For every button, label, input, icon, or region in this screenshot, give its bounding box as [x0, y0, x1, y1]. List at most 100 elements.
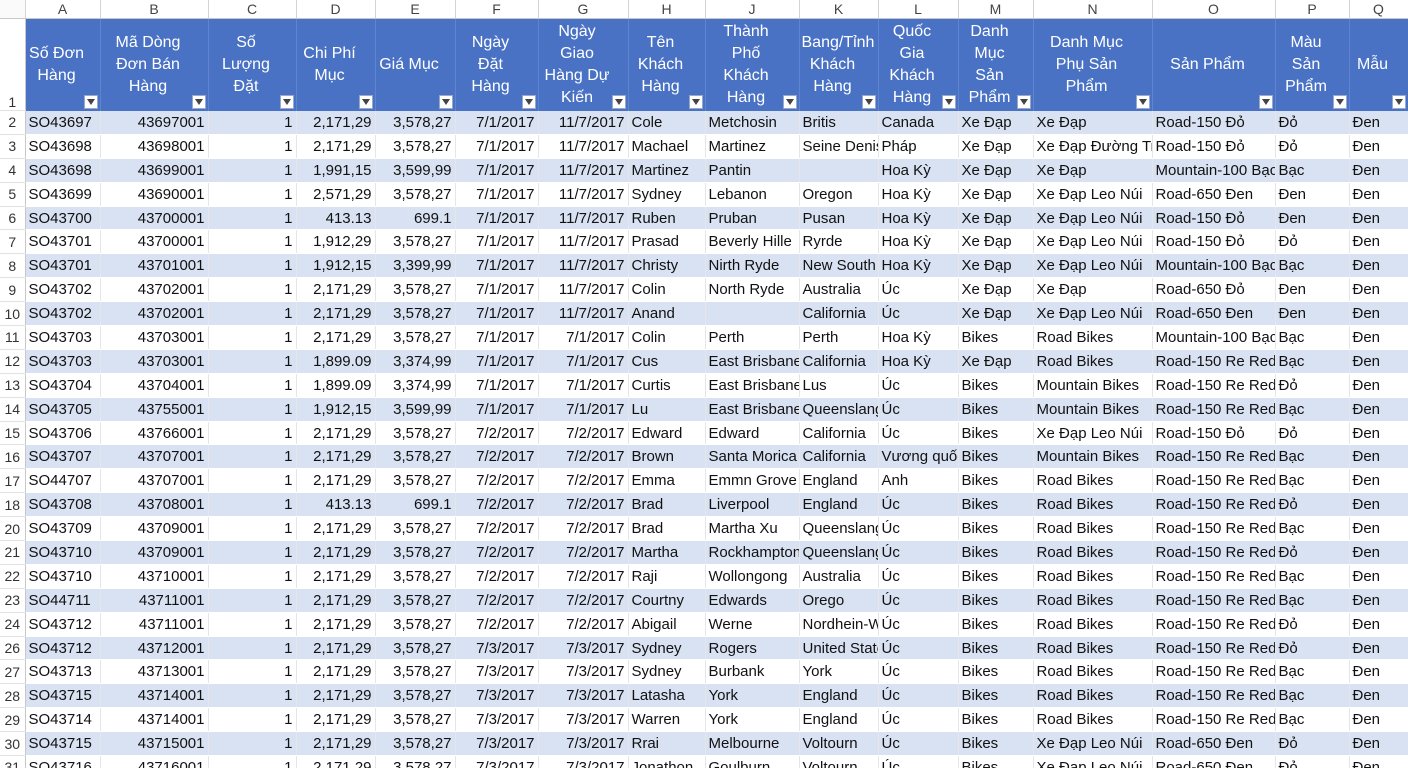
row-number[interactable]: 31 [0, 755, 26, 768]
table-cell[interactable]: 3,578,27 [375, 731, 456, 757]
table-cell[interactable]: Pháp [878, 134, 959, 159]
table-cell[interactable]: 1 [208, 636, 297, 661]
table-cell[interactable]: Road Bikes [1033, 564, 1153, 589]
table-cell[interactable]: Đen [1349, 707, 1408, 733]
table-cell[interactable]: Vương quốc [878, 444, 959, 470]
table-cell[interactable]: 1 [208, 397, 297, 422]
row-number[interactable]: 9 [0, 277, 26, 303]
header-cell[interactable]: Mã Dòng Đơn Bán Hàng [100, 18, 209, 111]
table-cell[interactable]: 7/3/2017 [455, 636, 539, 661]
table-cell[interactable]: SO44707 [25, 468, 101, 494]
table-cell[interactable]: Road-150 Re Red [1152, 540, 1276, 565]
table-cell[interactable]: Hoa Kỳ [878, 182, 959, 207]
table-cell[interactable]: Road-150 Đỏ [1152, 110, 1276, 135]
table-cell[interactable]: Road-150 Re Red [1152, 612, 1276, 637]
select-all-corner[interactable] [0, 0, 26, 19]
table-cell[interactable]: 7/2/2017 [455, 444, 539, 470]
table-cell[interactable]: 7/1/2017 [455, 373, 539, 398]
table-cell[interactable]: Đen [1349, 755, 1408, 768]
table-cell[interactable]: 7/2/2017 [538, 516, 629, 542]
table-cell[interactable]: Mountain-100 Bạc [1152, 325, 1276, 350]
table-cell[interactable]: Xe Đạp [958, 301, 1034, 327]
table-cell[interactable]: Hoa Kỳ [878, 253, 959, 279]
table-cell[interactable]: Raji [628, 564, 706, 589]
table-cell[interactable]: 3,578,27 [375, 659, 456, 685]
header-cell[interactable]: Màu Sản Phẩm [1275, 18, 1350, 111]
table-cell[interactable]: Australia [799, 564, 879, 589]
row-number[interactable]: 12 [0, 349, 26, 374]
table-cell[interactable]: Hoa Kỳ [878, 158, 959, 183]
header-cell[interactable]: Số Đơn Hàng [25, 18, 101, 111]
table-cell[interactable]: 1 [208, 253, 297, 279]
table-cell[interactable]: Bikes [958, 612, 1034, 637]
table-cell[interactable]: 3,578,27 [375, 516, 456, 542]
table-cell[interactable]: Úc [878, 516, 959, 542]
table-cell[interactable]: Úc [878, 540, 959, 565]
table-cell[interactable]: 7/3/2017 [538, 636, 629, 661]
table-cell[interactable]: 7/2/2017 [455, 516, 539, 542]
table-cell[interactable]: California [799, 301, 879, 327]
table-cell[interactable]: 1,912,15 [296, 397, 376, 422]
table-cell[interactable]: Xe Đạp [1033, 277, 1153, 303]
row-number[interactable]: 26 [0, 636, 26, 661]
table-cell[interactable]: Bạc [1275, 516, 1350, 542]
table-cell[interactable]: Bikes [958, 492, 1034, 518]
table-cell[interactable] [799, 158, 879, 183]
table-cell[interactable]: Australia [799, 277, 879, 303]
table-cell[interactable]: 7/3/2017 [455, 755, 539, 768]
table-cell[interactable]: Đen [1275, 277, 1350, 303]
table-cell[interactable]: California [799, 349, 879, 374]
table-cell[interactable]: 3,578,27 [375, 468, 456, 494]
table-cell[interactable]: Metchosin [705, 110, 800, 135]
table-cell[interactable]: 7/1/2017 [455, 253, 539, 279]
table-cell[interactable]: 1 [208, 444, 297, 470]
row-number[interactable]: 21 [0, 540, 26, 565]
table-cell[interactable]: Road-150 Re Red [1152, 707, 1276, 733]
table-cell[interactable]: Úc [878, 636, 959, 661]
filter-dropdown-icon[interactable] [83, 94, 98, 109]
table-cell[interactable]: Đen [1349, 301, 1408, 327]
table-cell[interactable]: Road-150 Re Red [1152, 564, 1276, 589]
table-cell[interactable]: Bạc [1275, 158, 1350, 183]
table-cell[interactable]: Pantin [705, 158, 800, 183]
table-cell[interactable]: 7/2/2017 [455, 564, 539, 589]
table-cell[interactable]: 2,171,29 [296, 659, 376, 685]
table-cell[interactable]: 43714001 [100, 683, 209, 709]
table-cell[interactable]: Đen [1349, 492, 1408, 518]
table-cell[interactable]: 3,399,99 [375, 253, 456, 279]
table-cell[interactable]: 11/7/2017 [538, 253, 629, 279]
filter-dropdown-icon[interactable] [1016, 94, 1031, 109]
table-cell[interactable]: Seine Denis [799, 134, 879, 159]
table-cell[interactable]: Mountain-100 Bạc [1152, 253, 1276, 279]
table-cell[interactable]: SO43713 [25, 659, 101, 685]
table-cell[interactable]: Bikes [958, 731, 1034, 757]
table-cell[interactable]: Cus [628, 349, 706, 374]
table-cell[interactable]: Santa Morica [705, 444, 800, 470]
table-cell[interactable]: 2,171,29 [296, 134, 376, 159]
table-cell[interactable]: 2,171,29 [296, 325, 376, 350]
row-number[interactable]: 29 [0, 707, 26, 733]
table-cell[interactable]: Bikes [958, 516, 1034, 542]
table-cell[interactable]: Bạc [1275, 325, 1350, 350]
table-cell[interactable]: Bikes [958, 373, 1034, 398]
column-header-b[interactable]: B [100, 0, 209, 19]
table-cell[interactable]: 3,578,27 [375, 540, 456, 565]
table-cell[interactable]: Xe Đạp Leo Núi [1033, 206, 1153, 231]
table-cell[interactable]: 1 [208, 277, 297, 303]
column-header-a[interactable]: A [25, 0, 101, 19]
table-cell[interactable]: Road-150 Re Red [1152, 444, 1276, 470]
table-cell[interactable]: SO43706 [25, 421, 101, 446]
table-cell[interactable]: Đen [1349, 468, 1408, 494]
table-cell[interactable]: Đỏ [1275, 421, 1350, 446]
table-cell[interactable]: 7/2/2017 [538, 468, 629, 494]
table-cell[interactable]: Road-150 Re Red [1152, 659, 1276, 685]
filter-dropdown-icon[interactable] [861, 94, 876, 109]
column-header-h[interactable]: H [628, 0, 706, 19]
table-cell[interactable]: Bạc [1275, 564, 1350, 589]
table-cell[interactable]: 3,578,27 [375, 612, 456, 637]
table-cell[interactable]: 7/2/2017 [538, 588, 629, 613]
table-cell[interactable]: SO43702 [25, 277, 101, 303]
table-cell[interactable]: 699.1 [375, 206, 456, 231]
table-cell[interactable]: 1,899.09 [296, 349, 376, 374]
table-cell[interactable]: 7/1/2017 [455, 325, 539, 350]
